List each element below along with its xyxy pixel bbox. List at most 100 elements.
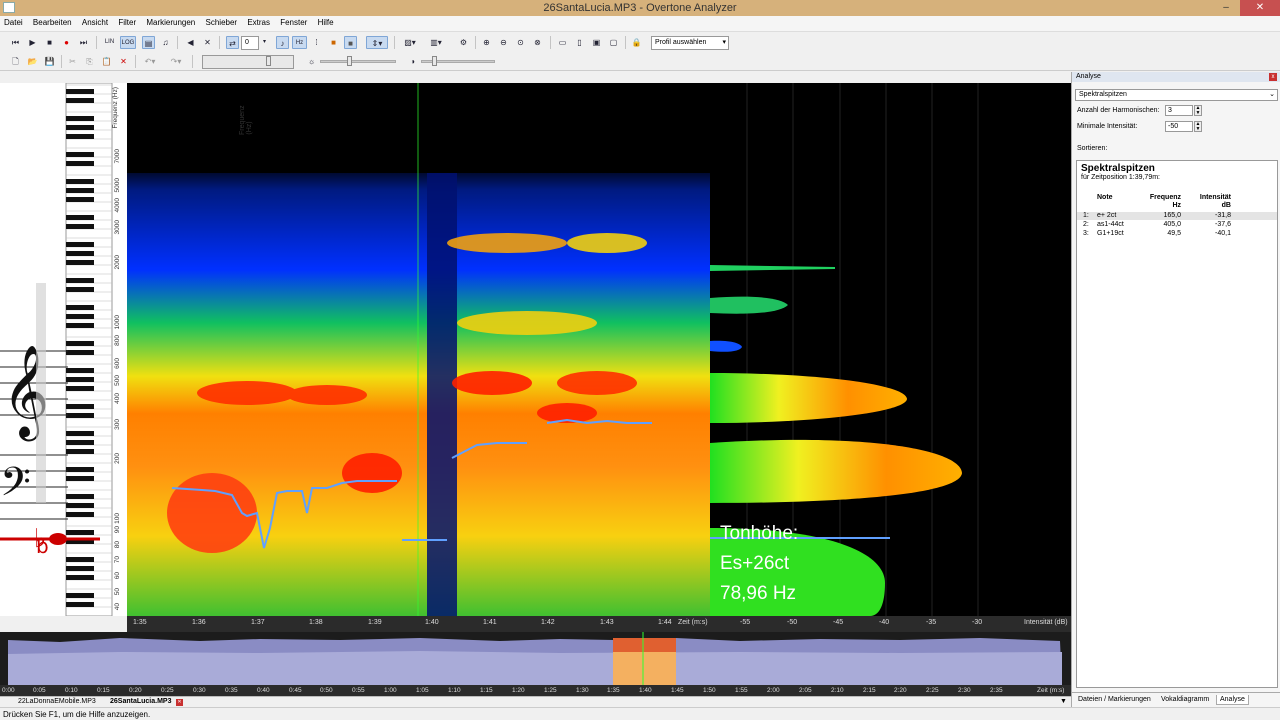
marker-icon[interactable]: ⁞ — [310, 36, 323, 49]
overview-tick: 2:20 — [894, 687, 907, 694]
menu-fenster[interactable]: Fenster — [276, 16, 311, 29]
intensity-spinner[interactable]: ▲ ▼ — [1194, 121, 1202, 132]
piano-view-icon[interactable]: ♫ — [159, 36, 172, 49]
record-icon[interactable]: ● — [60, 36, 73, 49]
intensity-tick: -55 — [740, 619, 751, 626]
intensity-input[interactable]: -50 — [1165, 121, 1193, 132]
profile-select[interactable]: Profil auswählen ▾ — [651, 36, 729, 50]
spectrum-view-icon[interactable]: ▤ — [142, 36, 155, 49]
intensity-label: Minimale Intensität: — [1077, 123, 1138, 130]
spectrogram[interactable]: Frequenz (Hz) — [127, 83, 710, 616]
brightness-slider-thumb[interactable] — [347, 56, 352, 66]
note-icon[interactable]: ♪ — [276, 36, 289, 49]
position-slider-thumb[interactable] — [266, 56, 271, 66]
layout-1-icon[interactable]: ▭ — [556, 36, 569, 49]
tabs-scroll-icon[interactable]: ▼ — [1060, 698, 1067, 705]
file-tab-1[interactable]: 22LaDonnaEMobile.MP3 — [18, 698, 96, 705]
overview-tick: 2:15 — [863, 687, 876, 694]
result-row[interactable]: 3: G1+19ct 49,5 -40,1 — [1077, 230, 1277, 238]
overview-waveform[interactable] — [0, 632, 1071, 685]
layout-3-icon[interactable]: ▣ — [590, 36, 603, 49]
menu-schieber[interactable]: Schieber — [202, 16, 242, 29]
image-icon[interactable]: ▨▾ — [400, 36, 420, 49]
zoom-out-icon[interactable]: ⊖ — [497, 36, 510, 49]
result-row[interactable]: 1: e+ 2ct 165,0 -31,8 — [1077, 212, 1277, 220]
save-icon[interactable]: 💾 — [43, 55, 56, 68]
piano-black-key — [66, 377, 94, 382]
brightness-icon[interactable]: ☼ — [305, 55, 318, 68]
tab-vowel-diagram[interactable]: Vokaldiagramm — [1158, 695, 1212, 704]
menu-datei[interactable]: Datei — [0, 16, 27, 29]
analysis-mode-select[interactable]: Spektralspitzen ⌄ — [1075, 89, 1278, 101]
undo-icon[interactable]: ↶▾ — [140, 55, 160, 68]
minimize-button[interactable]: – — [1213, 0, 1239, 16]
log-scale-button[interactable]: LOG — [120, 36, 136, 49]
contrast-slider-thumb[interactable] — [432, 56, 437, 66]
piano-black-key — [66, 125, 94, 130]
count-input[interactable]: 0 — [241, 36, 259, 50]
open-folder-icon[interactable]: 📂 — [26, 55, 39, 68]
delete-icon[interactable]: ✕ — [117, 55, 130, 68]
file-tab-2[interactable]: 26SantaLucia.MP3 — [110, 698, 171, 705]
harmonics-input[interactable]: 3 — [1165, 105, 1193, 116]
brightness-slider[interactable] — [320, 60, 396, 63]
zoom-in-icon[interactable]: ⊕ — [480, 36, 493, 49]
overview-tick: 0:40 — [257, 687, 270, 694]
copy-icon[interactable]: ⎘ — [83, 55, 96, 68]
hz-button[interactable]: Hz — [292, 36, 307, 49]
contrast-icon[interactable]: ◑ — [406, 55, 419, 68]
menu-extras[interactable]: Extras — [243, 16, 274, 29]
skip-forward-icon[interactable]: ⏭ — [77, 36, 90, 49]
tab-analysis[interactable]: Analyse — [1216, 695, 1249, 705]
redo-icon[interactable]: ↷▾ — [166, 55, 186, 68]
col-note: Note — [1097, 194, 1113, 201]
grayscale-icon[interactable]: ■ — [344, 36, 357, 49]
chevron-down-icon: ⌄ — [1269, 91, 1275, 98]
zoom-vertical-icon[interactable]: ⇕▾ — [366, 36, 388, 49]
close-button[interactable]: ✕ — [1240, 0, 1280, 16]
overview-tick: 1:25 — [544, 687, 557, 694]
panel-close-icon[interactable]: x — [1269, 73, 1277, 81]
zoom-reset-icon[interactable]: ⊗ — [531, 36, 544, 49]
menu-filter[interactable]: Filter — [114, 16, 140, 29]
spinner-icon[interactable]: ▾ — [260, 36, 269, 49]
zoom-fit-icon[interactable]: ⊙ — [514, 36, 527, 49]
piano-keyboard[interactable]: 𝄞 𝄢 ♭ b — [0, 83, 127, 616]
piano-black-key — [66, 350, 94, 355]
piano-black-key — [66, 278, 94, 283]
piano-black-key — [66, 467, 94, 472]
mute-icon[interactable]: ✕ — [201, 36, 214, 49]
piano-black-key — [66, 161, 94, 166]
result-row[interactable]: 2: as1-44ct 405,0 -37,6 — [1077, 221, 1277, 229]
menu-bearbeiten[interactable]: Bearbeiten — [29, 16, 76, 29]
paste-icon[interactable]: 📋 — [100, 55, 113, 68]
col-freq: Frequenz — [1149, 194, 1181, 201]
menu-markierungen[interactable]: Markierungen — [142, 16, 199, 29]
file-tab-close-icon[interactable]: ✕ — [176, 699, 183, 706]
toolbar-playback: ⏮ ▶ ■ ● ⏭ LIN LOG ▤ ♫ ◀ ✕ ⇄ 0 ▾ ♪ Hz ⁞ ■… — [0, 33, 1280, 52]
piano-black-key — [66, 431, 94, 436]
lock-icon[interactable]: 🔒 — [630, 36, 643, 49]
time-tick: 1:35 — [133, 619, 147, 626]
layout-2-icon[interactable]: ▯ — [573, 36, 586, 49]
skip-back-icon[interactable]: ⏮ — [9, 36, 22, 49]
display-icon[interactable]: ▥▾ — [426, 36, 446, 49]
settings-gear-icon[interactable]: ⚙ — [457, 36, 470, 49]
new-file-icon[interactable]: 🗋 — [9, 55, 22, 68]
harmonics-spinner[interactable]: ▲ ▼ — [1194, 105, 1202, 116]
volume-down-icon[interactable]: ◀ — [184, 36, 197, 49]
cut-icon[interactable]: ✂ — [66, 55, 79, 68]
tab-files-markers[interactable]: Dateien / Markierungen — [1075, 695, 1154, 704]
toolbar-separator — [550, 36, 551, 49]
piano-black-key — [66, 602, 94, 607]
overview-tick: 0:00 — [2, 687, 15, 694]
layout-4-icon[interactable]: ▢ — [607, 36, 620, 49]
color-scheme-icon[interactable]: ■ — [327, 36, 340, 49]
loop-icon[interactable]: ⇄ — [226, 36, 239, 49]
play-icon[interactable]: ▶ — [26, 36, 39, 49]
stop-icon[interactable]: ■ — [43, 36, 56, 49]
menu-hilfe[interactable]: Hilfe — [314, 16, 338, 29]
menu-ansicht[interactable]: Ansicht — [78, 16, 112, 29]
lin-scale-button[interactable]: LIN — [102, 36, 117, 49]
position-slider[interactable] — [202, 55, 294, 69]
